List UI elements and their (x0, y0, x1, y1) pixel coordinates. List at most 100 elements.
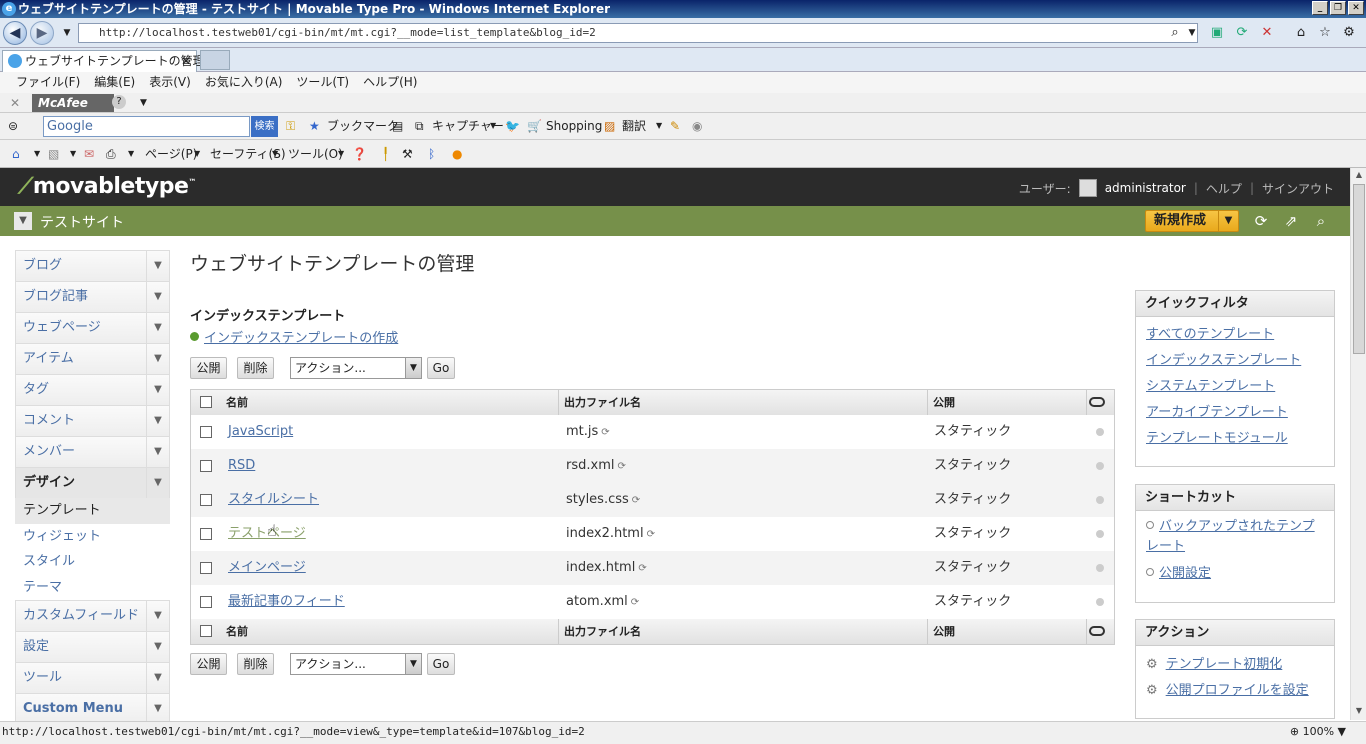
translate-dropdown-icon[interactable]: ▼ (656, 116, 662, 136)
republish-icon[interactable]: ⟳ (617, 461, 625, 472)
reset-templates-link[interactable]: ⚙ テンプレート初期化 (1136, 652, 1334, 678)
close-button[interactable]: ✕ (1348, 1, 1364, 15)
sidebar-item-tags[interactable]: タグ ▼ (15, 374, 170, 405)
username-link[interactable]: administrator (1105, 181, 1186, 195)
save-icon[interactable]: ▤ (392, 116, 403, 136)
action-select[interactable]: アクション... ▼ (290, 653, 422, 675)
compat-view-icon[interactable]: ▣ (1208, 24, 1226, 42)
sidebar-item-design[interactable]: デザイン ▼ (15, 467, 170, 498)
mail-icon[interactable]: ✉ (84, 144, 94, 164)
shopping-button[interactable]: Shopping (546, 116, 602, 136)
sidebar-sub-templates[interactable]: テンプレート (15, 498, 170, 524)
ie-search-icon[interactable]: ⊜ (8, 116, 18, 136)
address-input[interactable]: http://localhost.testweb01/cgi-bin/mt/mt… (78, 23, 1198, 43)
research-icon[interactable]: ╿ (382, 144, 389, 164)
mcafee-dropdown-icon[interactable]: ▼ (140, 93, 147, 113)
home-icon[interactable]: ⌂ (12, 144, 20, 164)
chevron-down-icon[interactable]: ▼ (146, 468, 169, 498)
print-dropdown-icon[interactable]: ▼ (128, 144, 134, 164)
column-header-publish[interactable]: 公開 (933, 390, 955, 415)
addon-icon[interactable]: ⚒ (402, 144, 413, 164)
filter-system-link[interactable]: システムテンプレート (1136, 374, 1334, 400)
help-icon[interactable]: ❓ (352, 144, 367, 164)
chevron-down-icon[interactable]: ▼ (146, 601, 169, 631)
publish-profile-link[interactable]: ⚙ 公開プロファイルを設定 (1136, 678, 1334, 704)
chevron-down-icon[interactable]: ▼ (146, 375, 169, 405)
chevron-down-icon[interactable]: ▼ (146, 437, 169, 467)
row-checkbox[interactable] (200, 494, 212, 506)
minimize-button[interactable]: _ (1312, 1, 1328, 15)
template-name-link[interactable]: 最新記事のフィード (228, 585, 345, 619)
sidebar-item-members[interactable]: メンバー ▼ (15, 436, 170, 467)
translate-button[interactable]: 翻訳 (622, 116, 646, 136)
help-link[interactable]: ヘルプ (1206, 180, 1242, 197)
action-select[interactable]: アクション... ▼ (290, 357, 422, 379)
publish-settings-link[interactable]: 公開設定 (1136, 561, 1334, 587)
broom-icon[interactable]: ✎ (670, 116, 680, 136)
google-search-input[interactable]: Google (43, 116, 250, 137)
chevron-down-icon[interactable]: ▼ (146, 632, 169, 662)
republish-icon[interactable]: ⟳ (631, 597, 639, 608)
tab-close-icon[interactable]: ✕ (181, 51, 191, 71)
column-header-name[interactable]: 名前 (226, 619, 248, 644)
chevron-down-icon[interactable]: ▼ (146, 344, 169, 374)
sidebar-sub-themes[interactable]: テーマ (15, 575, 170, 601)
scroll-up-icon[interactable]: ▲ (1353, 170, 1365, 182)
filter-archive-link[interactable]: アーカイブテンプレート (1136, 400, 1334, 426)
template-name-link[interactable]: JavaScript (228, 415, 293, 449)
backup-templates-link[interactable]: バックアップされたテンプレート (1136, 517, 1334, 557)
browser-tab[interactable]: ウェブサイトテンプレートの管理... ✕ (2, 50, 216, 72)
sidebar-item-entries[interactable]: ブログ記事 ▼ (15, 281, 170, 312)
vertical-scrollbar[interactable]: ▲ ▼ (1350, 168, 1366, 720)
feeds-icon[interactable]: ▧ (48, 144, 59, 164)
site-name[interactable]: テストサイト (40, 212, 124, 232)
sidebar-item-assets[interactable]: アイテム ▼ (15, 343, 170, 374)
publish-button[interactable]: 公開 (190, 357, 227, 379)
republish-icon[interactable]: ⟳ (638, 563, 646, 574)
menu-view[interactable]: 表示(V) (149, 72, 191, 93)
search-icon[interactable]: ⌕ (1312, 212, 1330, 230)
sidebar-item-tools[interactable]: ツール ▼ (15, 662, 170, 693)
sidebar-item-custom-fields[interactable]: カスタムフィールド ▼ (15, 600, 170, 631)
column-header-publish[interactable]: 公開 (933, 619, 955, 644)
select-all-checkbox[interactable] (200, 625, 212, 637)
close-toolbar-icon[interactable]: ✕ (10, 93, 20, 113)
menu-help[interactable]: ヘルプ(H) (363, 72, 417, 93)
scroll-down-icon[interactable]: ▼ (1353, 706, 1365, 718)
filter-module-link[interactable]: テンプレートモジュール (1136, 426, 1334, 452)
republish-icon[interactable]: ⟳ (647, 529, 655, 540)
home-icon[interactable]: ⌂ (1292, 24, 1310, 42)
chevron-down-icon[interactable]: ▼ (1218, 211, 1238, 231)
column-header-output[interactable]: 出力ファイル名 (564, 390, 641, 415)
menu-favorites[interactable]: お気に入り(A) (205, 72, 283, 93)
go-button[interactable]: Go (427, 357, 455, 379)
refresh-icon[interactable]: ⟳ (1252, 212, 1270, 230)
bluetooth-icon[interactable]: ᛒ (428, 144, 435, 164)
row-checkbox[interactable] (200, 460, 212, 472)
addon-orange-icon[interactable]: ● (452, 144, 462, 164)
mcafee-button[interactable]: McAfee (32, 94, 114, 112)
delete-button[interactable]: 削除 (237, 357, 274, 379)
history-dropdown-icon[interactable]: ▼ (58, 24, 76, 42)
google-search-button[interactable]: 検索 (251, 116, 278, 137)
forward-button[interactable]: ▶ (30, 21, 54, 45)
twitter-icon[interactable]: 🐦 (505, 116, 520, 136)
sidebar-item-blog[interactable]: ブログ ▼ (15, 250, 170, 281)
republish-icon[interactable]: ⟳ (632, 495, 640, 506)
row-checkbox[interactable] (200, 528, 212, 540)
filter-index-link[interactable]: インデックステンプレート (1136, 348, 1334, 374)
row-checkbox[interactable] (200, 562, 212, 574)
new-tab-button[interactable] (200, 50, 230, 70)
template-name-link[interactable]: スタイルシート (228, 483, 319, 517)
bookmark-button[interactable]: ブックマーク (327, 116, 399, 136)
sidebar-item-settings[interactable]: 設定 ▼ (15, 631, 170, 662)
capture-dropdown-icon[interactable]: ▼ (490, 116, 496, 136)
filter-all-link[interactable]: すべてのテンプレート (1136, 322, 1334, 348)
template-name-link[interactable]: RSD (228, 449, 255, 483)
select-all-checkbox[interactable] (200, 396, 212, 408)
chevron-down-icon[interactable]: ▼ (146, 406, 169, 436)
menu-tools[interactable]: ツール(T) (296, 72, 349, 93)
delete-button[interactable]: 削除 (237, 653, 274, 675)
site-menu-icon[interactable]: ▼ (14, 212, 32, 230)
tools-dropdown-icon[interactable]: ▼ (338, 144, 344, 164)
